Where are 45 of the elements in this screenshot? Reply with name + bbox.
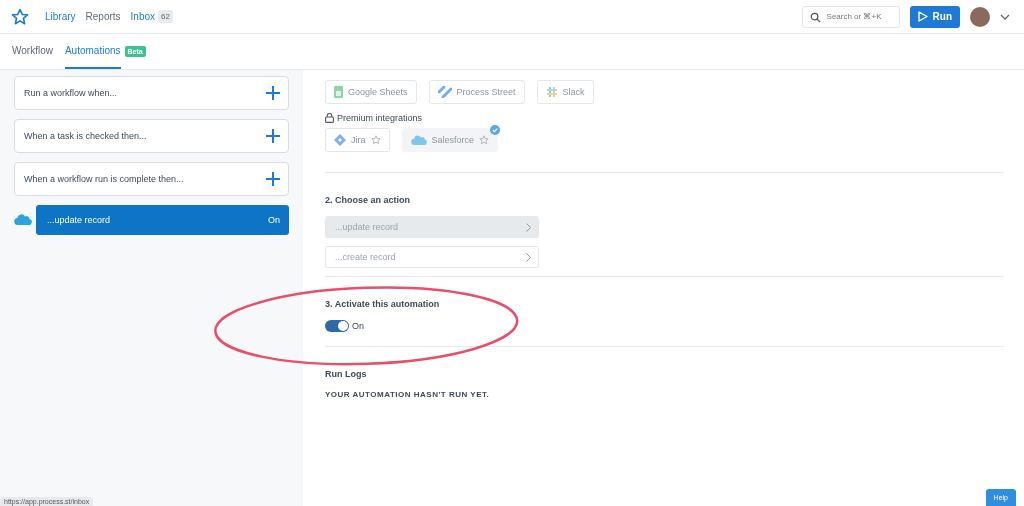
trigger-card[interactable]: When a workflow run is complete then...: [14, 162, 289, 196]
plus-icon[interactable]: [266, 129, 280, 143]
spreadsheet-icon: [334, 86, 343, 98]
section-title: 3. Activate this automation: [325, 299, 441, 309]
empty-message: YOUR AUTOMATION HASN'T RUN YET.: [325, 390, 491, 399]
integration-chip[interactable]: Process Street: [428, 80, 525, 104]
hash-icon: [545, 86, 558, 98]
trigger-card[interactable]: When a task is checked then...: [14, 119, 289, 153]
plus-icon[interactable]: [266, 86, 280, 100]
trigger-label: When a task is checked then...: [24, 131, 147, 141]
stripes-icon: [437, 86, 452, 98]
run-button[interactable]: Run: [909, 5, 960, 28]
trigger-label: When a workflow run is complete then...: [24, 174, 184, 184]
diamond-icon: [334, 134, 346, 146]
nav-link[interactable]: Reports: [85, 11, 121, 22]
star-icon[interactable]: [370, 135, 381, 145]
integration-chip[interactable]: Jira: [325, 128, 390, 152]
play-icon: [917, 11, 928, 22]
search-field[interactable]: Search or ⌘+K: [801, 5, 900, 28]
cloud-icon: [14, 214, 32, 226]
integration-chip[interactable]: Slack: [536, 80, 594, 104]
toggle-switch[interactable]: [325, 320, 349, 332]
trigger-card[interactable]: Run a workflow when...: [14, 76, 289, 110]
avatar[interactable]: [970, 6, 990, 27]
cloud-icon: [410, 134, 427, 146]
trigger-label: Run a workflow when...: [24, 88, 118, 98]
nav-link[interactable]: Library: [45, 11, 76, 22]
plus-icon[interactable]: [266, 172, 280, 186]
chevron-right-icon: [526, 252, 531, 262]
premium-label: Premium integrations: [325, 113, 1004, 123]
action-option[interactable]: ...create record: [325, 246, 539, 268]
toggle-label: On: [352, 321, 364, 331]
tab[interactable]: Workflow: [12, 34, 53, 69]
count-badge: 62: [158, 10, 173, 23]
integration-chip[interactable]: Google Sheets: [325, 80, 417, 104]
chevron-down-icon[interactable]: [1000, 13, 1010, 20]
star-logo-icon[interactable]: [11, 7, 29, 26]
lock-icon: [325, 113, 334, 123]
integration-chip[interactable]: Salesforce: [401, 128, 499, 152]
chevron-right-icon: [526, 222, 531, 232]
nav-link[interactable]: Inbox: [130, 11, 156, 22]
star-icon[interactable]: [479, 135, 490, 145]
automation-item[interactable]: ...update record On: [36, 205, 289, 235]
section-title: 2. Choose an action: [325, 195, 412, 205]
section-title: Run Logs: [325, 369, 368, 379]
